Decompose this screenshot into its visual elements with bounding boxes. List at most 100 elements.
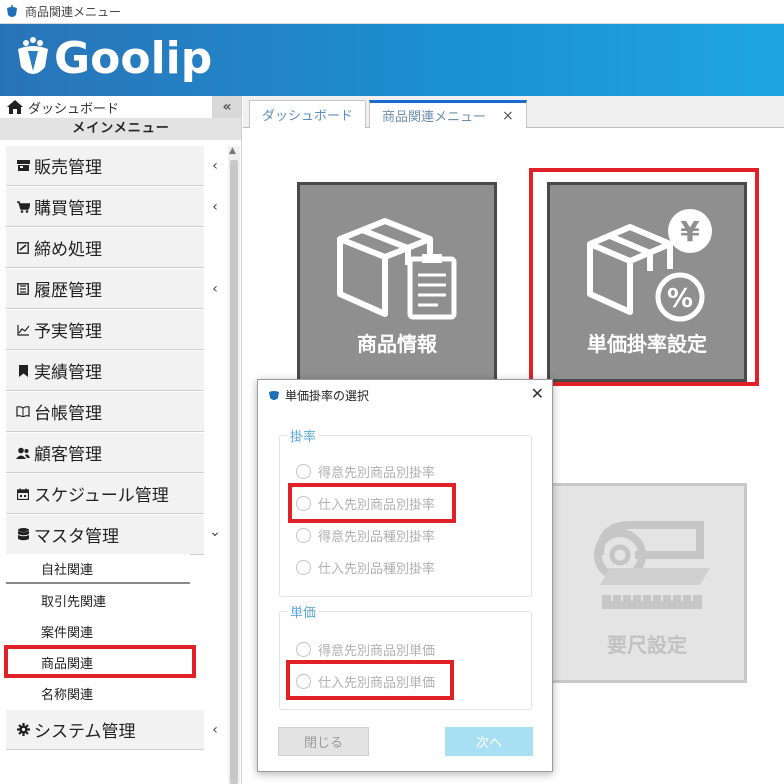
sidebar-item-label: 購買管理 xyxy=(34,199,102,219)
sidebar-item-label: 実績管理 xyxy=(34,363,102,383)
sidebar-item-label: 販売管理 xyxy=(34,158,102,178)
radio-circle[interactable] xyxy=(296,496,311,511)
sidebar-item-customers[interactable]: 顧客管理 xyxy=(6,433,204,473)
tile-label: 商品情報 xyxy=(357,332,437,356)
price-group: 単価 得意先別商品別単価 仕入先別商品別単価 xyxy=(279,602,532,710)
sidebar-collapse-button[interactable]: « xyxy=(212,96,241,118)
scroll-thumb[interactable] xyxy=(230,160,238,784)
app-logo-icon xyxy=(7,5,17,17)
calendar-icon xyxy=(16,487,30,501)
bookmark-icon xyxy=(16,364,30,378)
radio-label: 仕入先別商品別単価 xyxy=(318,676,436,691)
rate-group: 掛率 得意先別商品別掛率 仕入先別商品別掛率 得意先別品種別掛率 仕入先別品種別… xyxy=(279,426,532,597)
radio-circle[interactable] xyxy=(296,674,311,689)
radio-customer-category-rate[interactable]: 得意先別品種別掛率 xyxy=(296,526,435,545)
close-button[interactable]: 閉じる xyxy=(278,727,369,756)
radio-circle[interactable] xyxy=(296,528,311,543)
tile-unit-price-rate[interactable]: ¥ % 単価掛率設定 xyxy=(547,182,747,382)
cart-icon xyxy=(16,200,30,214)
tile-product-info[interactable]: 商品情報 xyxy=(297,182,497,382)
database-icon xyxy=(16,528,30,542)
sub-item-company[interactable]: 自社関連 xyxy=(6,554,190,584)
sidebar-item-closing[interactable]: 締め処理 xyxy=(6,228,204,268)
radio-label: 仕入先別商品別掛率 xyxy=(318,498,436,513)
sidebar-item-system[interactable]: システム管理 xyxy=(6,710,204,750)
tab-label: 商品関連メニュー xyxy=(382,110,487,125)
app-logo-icon xyxy=(269,390,279,400)
tile-label: 単価掛率設定 xyxy=(587,332,707,356)
radio-supplier-category-rate[interactable]: 仕入先別品種別掛率 xyxy=(296,558,435,577)
chart-line-icon xyxy=(16,323,30,337)
sidebar-item-budget[interactable]: 予実管理 xyxy=(6,310,204,350)
chevron-left-icon: ‹ xyxy=(212,199,218,215)
sidebar-item-master[interactable]: マスタ管理 xyxy=(6,515,204,555)
sidebar-item-purchase[interactable]: 購買管理 xyxy=(6,187,204,227)
close-icon[interactable]: × xyxy=(502,108,514,124)
radio-label: 仕入先別品種別掛率 xyxy=(318,562,436,577)
sidebar-dashboard-link[interactable]: ダッシュボード xyxy=(0,96,210,118)
svg-text:%: % xyxy=(667,284,693,314)
home-icon xyxy=(7,100,23,114)
scroll-up-icon[interactable]: ▲ xyxy=(229,146,236,156)
sub-item-products[interactable]: 商品関連 xyxy=(6,647,190,677)
history-icon xyxy=(16,282,30,296)
radio-label: 得意先別商品別単価 xyxy=(318,644,436,659)
rate-selection-dialog: 単価掛率の選択 ✕ 掛率 得意先別商品別掛率 仕入先別商品別掛率 得意先別品種別… xyxy=(257,379,553,772)
box-yen-percent-icon: ¥ % xyxy=(587,209,712,322)
check-box-icon xyxy=(16,241,30,255)
people-icon xyxy=(16,446,30,460)
tab-label: ダッシュボード xyxy=(262,109,354,124)
fabric-roll-icon xyxy=(594,521,710,609)
goolip-logo: Goolip xyxy=(14,34,212,84)
sidebar-item-label: 締め処理 xyxy=(34,240,102,260)
radio-circle[interactable] xyxy=(296,464,311,479)
sub-item-names[interactable]: 名称関連 xyxy=(6,678,190,708)
next-button[interactable]: 次へ xyxy=(445,727,533,756)
radio-label: 得意先別品種別掛率 xyxy=(318,530,436,545)
book-icon xyxy=(16,405,30,419)
dialog-title: 単価掛率の選択 xyxy=(285,388,370,403)
tab-strip: ダッシュボード 商品関連メニュー × xyxy=(243,96,784,128)
sidebar-item-results[interactable]: 実績管理 xyxy=(6,351,204,391)
sidebar-item-ledger[interactable]: 台帳管理 xyxy=(6,392,204,432)
chevron-left-icon: ‹ xyxy=(212,722,218,738)
radio-label: 得意先別商品別掛率 xyxy=(318,466,436,481)
window-titlebar: 商品関連メニュー xyxy=(0,0,784,24)
radio-circle[interactable] xyxy=(296,560,311,575)
app-header: Goolip xyxy=(0,24,784,96)
logo-wordmark: Goolip xyxy=(54,33,213,84)
dialog-close-icon[interactable]: ✕ xyxy=(531,384,544,403)
shop-icon xyxy=(16,159,30,173)
sidebar-scrollbar[interactable]: ▲ xyxy=(228,146,240,784)
radio-supplier-product-price[interactable]: 仕入先別商品別単価 xyxy=(296,672,435,691)
radio-customer-product-price[interactable]: 得意先別商品別単価 xyxy=(296,640,435,659)
sidebar-item-label: システム管理 xyxy=(34,722,136,742)
chevron-left-icon: ‹ xyxy=(212,281,218,297)
sidebar: ダッシュボード « メインメニュー 販売管理 ‹ 購買管理 ‹ 締め処理 履歴管… xyxy=(0,96,242,784)
rate-group-label: 掛率 xyxy=(288,426,319,445)
sidebar-item-label: マスタ管理 xyxy=(34,527,119,547)
tile-length-setting[interactable]: 要尺設定 xyxy=(547,483,747,683)
sidebar-item-history[interactable]: 履歴管理 xyxy=(6,269,204,309)
sidebar-item-schedule[interactable]: スケジュール管理 xyxy=(6,474,204,514)
sidebar-item-label: スケジュール管理 xyxy=(34,486,169,506)
window-title: 商品関連メニュー xyxy=(25,5,122,19)
sidebar-item-label: 顧客管理 xyxy=(34,445,102,465)
sub-item-partners[interactable]: 取引先関連 xyxy=(6,585,190,615)
tab-dashboard[interactable]: ダッシュボード xyxy=(249,100,367,128)
gear-icon xyxy=(16,723,30,737)
radio-supplier-product-rate[interactable]: 仕入先別商品別掛率 xyxy=(296,494,435,513)
tulip-logo-icon xyxy=(18,37,48,74)
sidebar-item-label: 予実管理 xyxy=(34,322,102,342)
price-group-label: 単価 xyxy=(288,602,319,621)
radio-circle[interactable] xyxy=(296,642,311,657)
tab-product-menu[interactable]: 商品関連メニュー × xyxy=(369,100,527,128)
chevron-down-icon: ⌄ xyxy=(209,524,221,540)
radio-customer-product-rate[interactable]: 得意先別商品別掛率 xyxy=(296,462,435,481)
sub-item-projects[interactable]: 案件関連 xyxy=(6,616,190,646)
dialog-titlebar: 単価掛率の選択 xyxy=(258,380,552,410)
svg-text:¥: ¥ xyxy=(680,215,700,248)
sidebar-item-sales[interactable]: 販売管理 xyxy=(6,146,204,186)
box-clipboard-icon xyxy=(337,218,457,320)
sidebar-item-label: 台帳管理 xyxy=(34,404,102,424)
